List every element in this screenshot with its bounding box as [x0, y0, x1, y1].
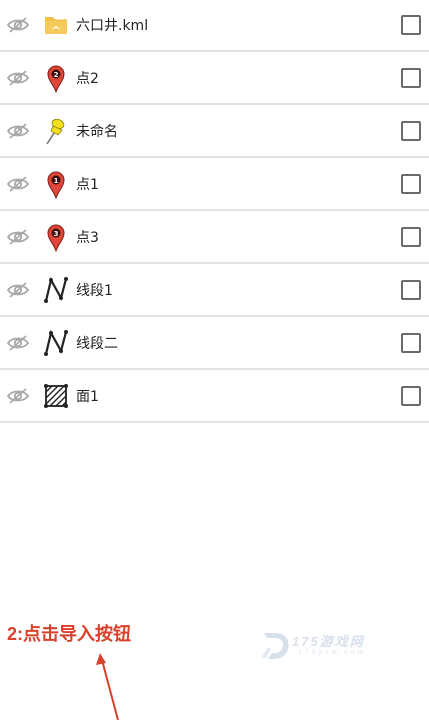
- watermark: 175游戏网 175ycw.com: [258, 627, 388, 663]
- layer-label: 点2: [76, 70, 99, 87]
- layer-label: 未命名: [76, 123, 118, 140]
- layer-checkbox[interactable]: [401, 385, 421, 406]
- layer-checkbox[interactable]: [401, 279, 421, 300]
- visibility-off-icon[interactable]: [6, 281, 30, 299]
- layer-row[interactable]: 六口井.kml: [0, 0, 429, 52]
- layer-label: 点1: [76, 176, 99, 193]
- polyline-icon: [42, 328, 70, 358]
- polyline-icon: [42, 275, 70, 305]
- layer-label: 六口井.kml: [76, 18, 149, 34]
- layer-row[interactable]: 3 点3: [0, 211, 429, 264]
- layer-label: 线段1: [76, 282, 113, 299]
- visibility-off-icon[interactable]: [6, 387, 30, 405]
- layer-label: 线段二: [76, 335, 118, 352]
- instruction-annotation: 2:点击导入按钮: [7, 624, 132, 644]
- visibility-off-icon[interactable]: [6, 69, 30, 87]
- svg-text:3: 3: [54, 230, 59, 238]
- watermark-logo-icon: [262, 633, 289, 660]
- layer-checkbox[interactable]: [401, 332, 421, 353]
- layer-label: 面1: [76, 388, 99, 405]
- layer-row[interactable]: 未命名: [0, 105, 429, 158]
- layer-checkbox[interactable]: [401, 226, 421, 247]
- polygon-icon: [42, 381, 70, 411]
- svg-text:2: 2: [54, 71, 59, 79]
- layer-row[interactable]: 1 点1: [0, 158, 429, 211]
- layer-row[interactable]: 线段1: [0, 264, 429, 317]
- layer-label: 点3: [76, 229, 99, 246]
- visibility-off-icon[interactable]: [6, 228, 30, 246]
- layer-row[interactable]: 面1: [0, 370, 429, 423]
- svg-text:1: 1: [54, 177, 59, 185]
- folder-icon: [42, 10, 70, 40]
- visibility-off-icon[interactable]: [6, 175, 30, 193]
- visibility-off-icon[interactable]: [6, 16, 30, 34]
- layer-checkbox[interactable]: [401, 15, 421, 35]
- layer-list: 六口井.kml 2 点2 未命名 1 点1 3 点3 线段1 线段二 面1: [0, 0, 429, 423]
- watermark-subtext: 175ycw.com: [298, 649, 367, 656]
- arrow-annotation-icon: [96, 653, 119, 720]
- layer-checkbox[interactable]: [401, 173, 421, 194]
- marker-3-icon: 3: [42, 222, 70, 252]
- marker-2-icon: 2: [42, 63, 70, 93]
- marker-1-icon: 1: [42, 169, 70, 199]
- layer-checkbox[interactable]: [401, 67, 421, 88]
- visibility-off-icon[interactable]: [6, 122, 30, 140]
- watermark-text: 175游戏网: [292, 634, 365, 649]
- pushpin-icon: [42, 116, 70, 146]
- layer-row[interactable]: 线段二: [0, 317, 429, 370]
- layer-checkbox[interactable]: [401, 120, 421, 141]
- visibility-off-icon[interactable]: [6, 334, 30, 352]
- layer-row[interactable]: 2 点2: [0, 52, 429, 105]
